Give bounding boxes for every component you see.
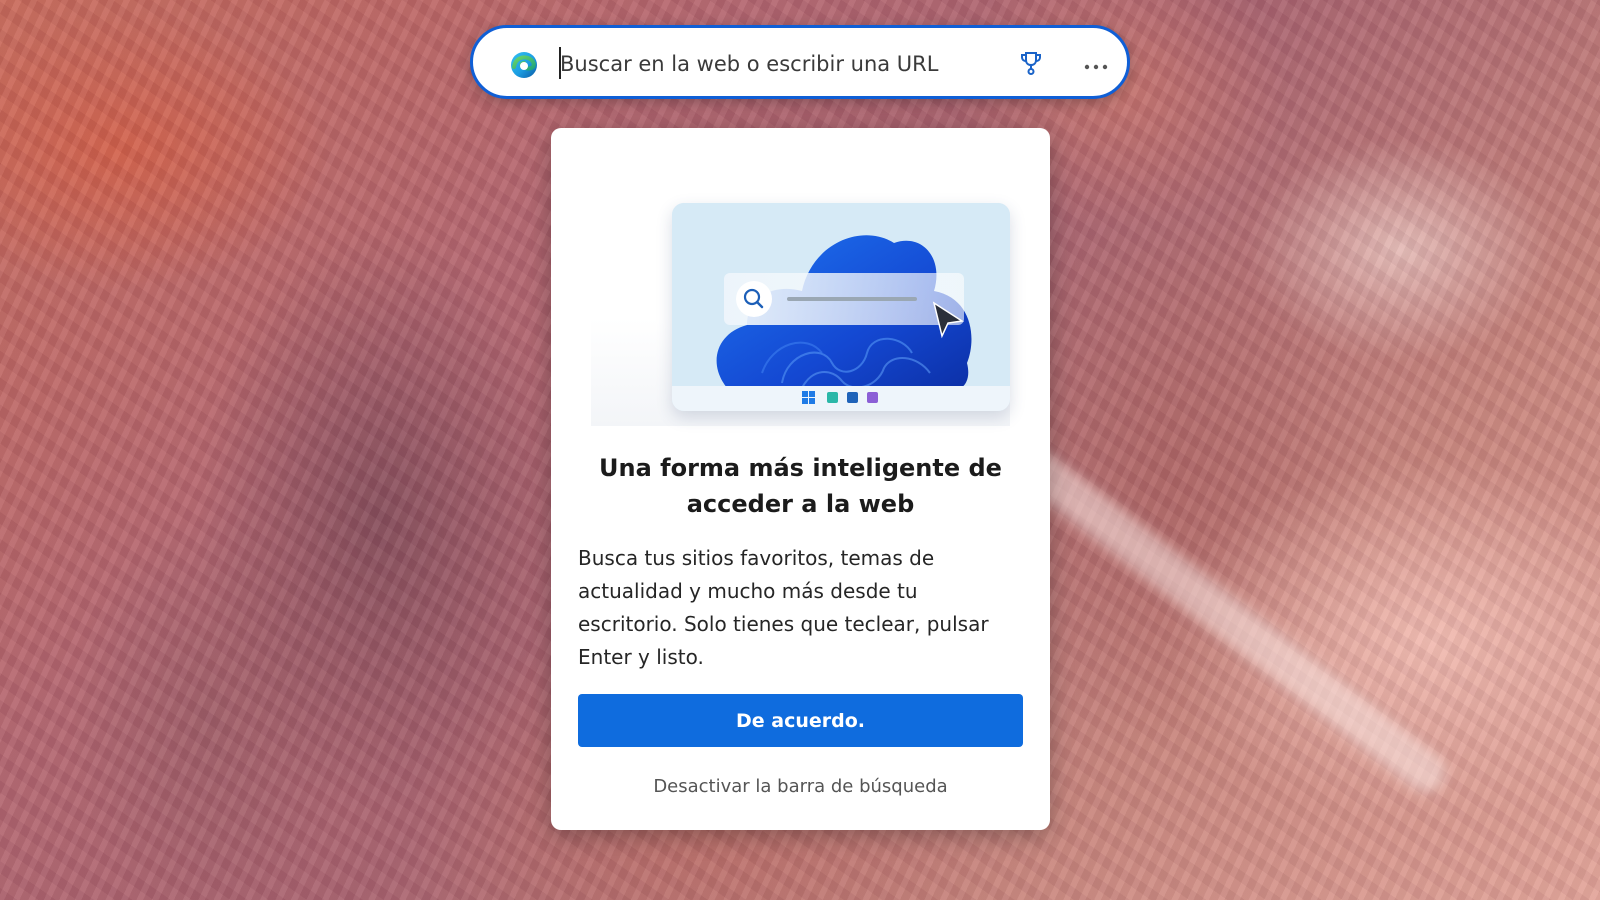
popup-description: Busca tus sitios favoritos, temas de act… — [578, 546, 989, 669]
rewards-button[interactable] — [1013, 47, 1049, 83]
popup-title: Una forma más inteligente de acceder a l… — [599, 454, 1002, 518]
illustration-area — [591, 156, 1010, 426]
trophy-icon — [1018, 50, 1044, 80]
search-input[interactable] — [560, 46, 980, 82]
edge-logo-icon — [509, 50, 539, 80]
desktop-search-bar[interactable] — [470, 25, 1130, 99]
more-options-button[interactable] — [1078, 47, 1114, 83]
disable-search-bar-link[interactable]: Desactivar la barra de búsqueda — [578, 776, 1023, 797]
agree-button[interactable]: De acuerdo. — [578, 694, 1023, 747]
more-options-icon — [1083, 56, 1109, 75]
search-illustration — [672, 203, 1010, 411]
onboarding-popup: Una forma más inteligente de acceder a l… — [551, 128, 1050, 830]
